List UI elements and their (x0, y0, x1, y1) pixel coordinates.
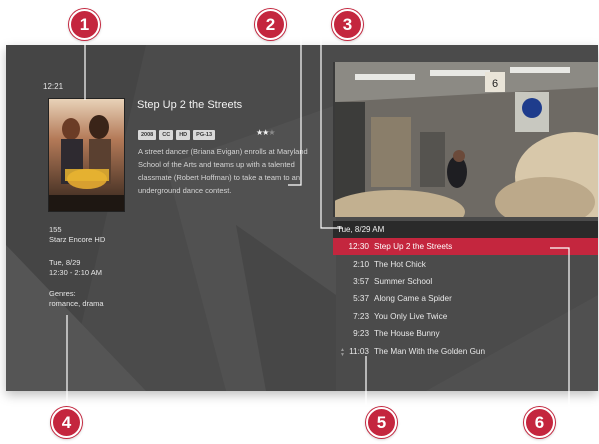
row-title: Along Came a Spider (374, 294, 452, 304)
row-title: Summer School (374, 276, 433, 286)
callout-6: 6 (524, 407, 555, 438)
scroll-arrows-icon[interactable]: ▲ ▼ (340, 348, 345, 358)
cc-badge: CC (159, 130, 174, 140)
year-badge: 2008 (138, 130, 157, 140)
row-title: The Man With the Golden Gun (374, 346, 486, 356)
row-time: 7:23 (353, 311, 369, 321)
air-time: 12:30 - 2:10 AM (49, 268, 102, 277)
svg-text:6: 6 (492, 78, 498, 90)
tv-guide-screen: 12:21 155 Starz Encore HD Tue, 8/29 12:3… (6, 45, 598, 391)
schedule-row[interactable]: 7:23 You Only Live Twice (333, 308, 598, 325)
row-time: 2:10 (353, 259, 369, 269)
row-title: The Hot Chick (374, 259, 426, 269)
schedule-row[interactable]: 2:10 The Hot Chick (333, 255, 598, 272)
program-title: Step Up 2 the Streets (137, 99, 243, 111)
channel-number: 155 (49, 225, 62, 234)
row-time: 11:03 (349, 346, 369, 356)
star-rating: ★★★ (256, 128, 276, 137)
row-title: Step Up 2 the Streets (374, 242, 453, 252)
schedule-row[interactable]: 5:37 Along Came a Spider (333, 290, 598, 307)
callout-5: 5 (366, 407, 397, 438)
callout-2: 2 (255, 9, 286, 40)
schedule-list: 12:30 Step Up 2 the Streets 2:10 The Hot… (333, 238, 598, 360)
hd-badge: HD (176, 130, 191, 140)
annotated-guide-screenshot: 12:21 155 Starz Encore HD Tue, 8/29 12:3… (0, 0, 599, 444)
callout-3: 3 (332, 9, 363, 40)
row-time: 9:23 (353, 329, 369, 339)
row-title: The House Bunny (374, 329, 440, 339)
schedule-row[interactable]: 9:23 The House Bunny (333, 325, 598, 342)
genres-value: romance, drama (49, 299, 104, 308)
schedule-row[interactable]: 3:57 Summer School (333, 273, 598, 290)
callout-4: 4 (51, 407, 82, 438)
callout-1: 1 (69, 9, 100, 40)
schedule-row[interactable]: 12:30 Step Up 2 the Streets (333, 238, 598, 256)
program-poster (48, 98, 125, 212)
air-date: Tue, 8/29 (49, 258, 81, 267)
row-time: 12:30 (348, 242, 370, 252)
program-description: A street dancer (Briana Evigan) enrolls … (138, 147, 308, 195)
clock: 12:21 (43, 82, 64, 91)
rating-badge: PG-13 (193, 130, 216, 140)
schedule-row[interactable]: 11:03 The Man With the Golden Gun (333, 342, 598, 359)
schedule-date-header: Tue, 8/29 AM (337, 225, 385, 234)
video-preview[interactable]: 6 155 (333, 62, 598, 217)
channel-name: Starz Encore HD (49, 235, 106, 244)
program-badges: 2008 CC HD PG-13 (138, 130, 216, 140)
row-time: 3:57 (353, 276, 369, 286)
half-star-icon: ★ (268, 128, 275, 137)
row-time: 5:37 (353, 294, 369, 304)
genres-label: Genres: (49, 289, 76, 298)
row-title: You Only Live Twice (374, 311, 448, 321)
